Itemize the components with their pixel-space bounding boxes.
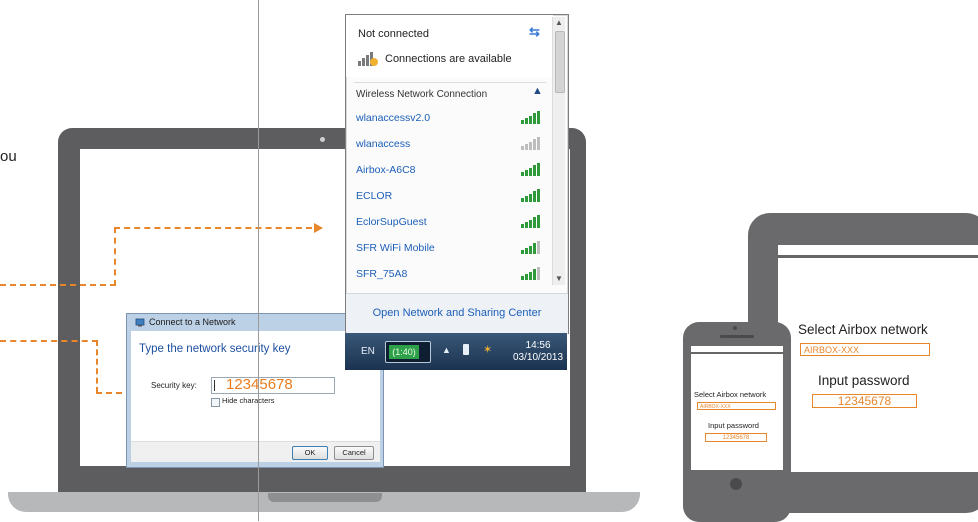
laptop-camera xyxy=(320,137,325,142)
dialog-titlebar: Connect to a Network xyxy=(135,317,236,327)
security-key-value: 12345678 xyxy=(226,376,293,393)
tablet-password-label: Input password xyxy=(818,373,910,388)
network-flyout: Not connected ⇆ Connections are availabl… xyxy=(345,14,569,334)
side-caption: ou xyxy=(0,148,17,165)
phone-network-field[interactable]: AIRBOX-XXX xyxy=(697,402,776,410)
battery-tray-icon[interactable] xyxy=(463,344,469,355)
security-key-input[interactable]: 12345678 xyxy=(211,376,335,394)
collapse-chevron-icon[interactable]: ▲ xyxy=(532,85,543,97)
phone-select-label: Select Airbox network xyxy=(694,390,767,399)
signal-strength-icon xyxy=(521,215,540,228)
network-item[interactable]: SFR WiFi Mobile xyxy=(356,242,435,254)
battery-level: (1:40) xyxy=(389,345,419,359)
phone-camera xyxy=(733,326,737,330)
connections-available-text: Connections are available xyxy=(385,53,512,65)
flyout-scrollbar[interactable]: ▲ ▼ xyxy=(552,17,565,285)
hide-characters-label: Hide characters xyxy=(222,396,275,405)
signal-strength-icon xyxy=(521,189,540,202)
hide-characters-checkbox[interactable] xyxy=(211,398,220,407)
tablet-select-label: Select Airbox network xyxy=(798,322,928,337)
wireless-section-header: Wireless Network Connection xyxy=(356,89,488,100)
network-item[interactable]: EclorSupGuest xyxy=(356,216,427,228)
show-hidden-icons-icon[interactable]: ▲ xyxy=(442,345,451,355)
text-caret xyxy=(214,380,215,391)
tablet-network-field[interactable]: AIRBOX-XXX xyxy=(800,343,930,356)
phone-password-label: Input password xyxy=(708,421,759,430)
phone-status-bar xyxy=(691,352,783,354)
language-indicator[interactable]: EN xyxy=(361,346,375,357)
network-item[interactable]: ECLOR xyxy=(356,190,392,202)
dialog-title: Connect to a Network xyxy=(149,317,236,327)
network-icon xyxy=(135,318,145,327)
vertical-guide-line xyxy=(258,0,259,521)
tablet-status-bar xyxy=(778,255,978,258)
scroll-down-icon[interactable]: ▼ xyxy=(553,273,565,285)
network-tray-icon[interactable]: ✶ xyxy=(483,343,492,356)
network-item[interactable]: Airbox-A6C8 xyxy=(356,164,416,176)
tablet-password-field[interactable]: 12345678 xyxy=(812,394,917,408)
taskbar: EN (1:40) ▲ ✶ 14:56 03/10/2013 xyxy=(345,333,567,370)
clock-date: 03/10/2013 xyxy=(513,352,564,363)
arrow-line-top-left xyxy=(0,284,116,286)
arrow-line-top-right xyxy=(114,227,312,229)
flyout-footer: Open Network and Sharing Center xyxy=(346,293,568,334)
signal-strength-icon xyxy=(521,241,540,254)
signal-strength-icon xyxy=(521,267,540,280)
refresh-icon[interactable]: ⇆ xyxy=(529,24,540,40)
arrow-line-bottom-left xyxy=(0,340,98,342)
flyout-header: Not connected ⇆ Connections are availabl… xyxy=(346,15,553,77)
network-item[interactable]: wlanaccessv2.0 xyxy=(356,112,430,124)
connection-status: Not connected xyxy=(358,28,429,40)
scroll-up-icon[interactable]: ▲ xyxy=(553,17,565,29)
clock-time: 14:56 xyxy=(525,340,551,351)
arrow-line-top-vertical xyxy=(114,227,116,286)
laptop-notch xyxy=(268,493,382,502)
network-item[interactable]: SFR_75A8 xyxy=(356,268,407,280)
signal-strength-icon xyxy=(521,111,540,124)
security-key-label: Security key: xyxy=(151,381,197,390)
clock[interactable]: 14:56 03/10/2013 xyxy=(513,340,563,364)
arrow-line-bottom-vertical xyxy=(96,340,98,393)
signal-strength-icon xyxy=(521,163,540,176)
ok-button[interactable]: OK xyxy=(292,446,328,460)
signal-strength-icon xyxy=(521,137,540,150)
open-network-center-link[interactable]: Open Network and Sharing Center xyxy=(346,307,568,319)
dialog-footer: OK Cancel xyxy=(131,441,380,462)
phone-home-button xyxy=(730,478,742,490)
arrow-head-top xyxy=(314,223,323,233)
battery-icon[interactable]: (1:40) xyxy=(385,341,431,363)
cancel-button[interactable]: Cancel xyxy=(334,446,374,460)
tablet-screen xyxy=(778,245,978,472)
scroll-thumb[interactable] xyxy=(555,31,565,93)
phone-speaker xyxy=(720,335,754,338)
phone-password-field[interactable]: 12345678 xyxy=(705,433,767,442)
signal-warning-icon xyxy=(358,52,378,66)
divider xyxy=(354,82,546,83)
connections-available-row: Connections are available xyxy=(357,51,512,67)
dialog-body: Type the network security key Security k… xyxy=(131,331,380,462)
dialog-heading: Type the network security key xyxy=(139,343,291,355)
network-item[interactable]: wlanaccess xyxy=(356,138,410,150)
